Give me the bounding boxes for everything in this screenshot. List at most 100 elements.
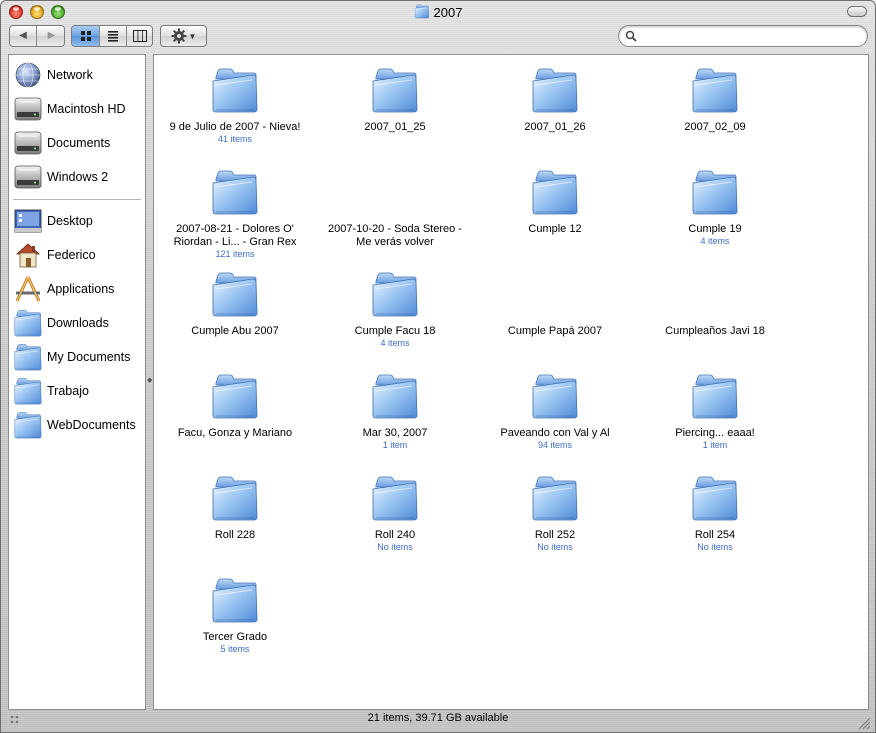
folder-item[interactable]: 2007_02_09 bbox=[635, 67, 795, 134]
back-button[interactable]: ◀ bbox=[10, 26, 37, 46]
sidebar-item-downloads[interactable]: Downloads bbox=[9, 306, 145, 340]
folder-icon bbox=[372, 476, 418, 521]
folder-name: Piercing... eaaa! bbox=[675, 427, 755, 439]
folder-icon bbox=[212, 68, 258, 113]
folder-icon bbox=[532, 68, 578, 113]
folder-name: Paveando con Val y Al bbox=[500, 427, 610, 439]
folder-icon bbox=[212, 374, 258, 419]
sidebar-item-label: Downloads bbox=[47, 316, 109, 330]
folder-icon bbox=[532, 476, 578, 521]
folder-item-count: 4 items bbox=[380, 338, 410, 348]
folder-item-count: 41 items bbox=[217, 134, 252, 144]
folder-item[interactable]: Roll 228 bbox=[155, 475, 315, 542]
search-icon bbox=[625, 30, 637, 42]
folder-name: Cumple 19 bbox=[688, 223, 742, 235]
forward-button[interactable]: ▶ bbox=[38, 26, 65, 46]
folder-item[interactable]: Mar 30, 2007 1 item bbox=[315, 373, 475, 451]
sidebar-item-webdocuments[interactable]: WebDocuments bbox=[9, 408, 145, 442]
sidebar-item-desktop[interactable]: Desktop bbox=[9, 204, 145, 238]
folder-name: Cumple 12 bbox=[528, 223, 582, 235]
folder-item-count: No items bbox=[697, 542, 733, 552]
forward-arrow-icon: ▶ bbox=[47, 30, 56, 41]
folder-contents: 9 de Julio de 2007 - Nieva! 41 items 200… bbox=[153, 54, 869, 710]
sidebar-item-label: My Documents bbox=[47, 350, 131, 364]
sidebar-item-documents-drive[interactable]: Documents bbox=[9, 126, 145, 160]
sidebar-item-label: Trabajo bbox=[47, 384, 89, 398]
folder-icon bbox=[372, 272, 418, 317]
folder-icon bbox=[11, 375, 45, 407]
folder-item[interactable]: 2007_01_26 bbox=[475, 67, 635, 134]
folder-item-count: 1 item bbox=[702, 440, 728, 450]
folder-name: 9 de Julio de 2007 - Nieva! bbox=[169, 121, 301, 133]
sidebar-item-network[interactable]: Network bbox=[9, 58, 145, 92]
sidebar-item-label: Applications bbox=[47, 282, 115, 296]
folder-icon bbox=[692, 170, 738, 215]
folder-item[interactable]: Cumple Abu 2007 bbox=[155, 271, 315, 338]
sidebar-item-macintosh-hd[interactable]: Macintosh HD bbox=[9, 92, 145, 126]
finder-window: 2007 ◀ ▶ ▼ Network Macintosh HD Document… bbox=[0, 0, 876, 733]
sidebar-item-trabajo[interactable]: Trabajo bbox=[9, 374, 145, 408]
folder-item[interactable]: Cumpleaños Javi 18 bbox=[635, 271, 795, 338]
folder-item[interactable]: 2007-08-21 - Dolores O' Riordan - Li... … bbox=[155, 169, 315, 260]
folder-item[interactable]: Paveando con Val y Al 94 items bbox=[475, 373, 635, 451]
status-bar-text: 21 items, 39.71 GB available bbox=[367, 712, 509, 724]
folder-icon bbox=[372, 68, 418, 113]
search-field[interactable] bbox=[618, 25, 868, 47]
search-input[interactable] bbox=[641, 28, 861, 44]
sidebar-item-label: Network bbox=[47, 68, 93, 82]
column-view-button[interactable] bbox=[126, 26, 153, 46]
sidebar-item-my-documents[interactable]: My Documents bbox=[9, 340, 145, 374]
hard-drive-icon bbox=[11, 161, 45, 193]
folder-item[interactable]: Roll 240 No items bbox=[315, 475, 475, 553]
folder-icon bbox=[372, 374, 418, 419]
sidebar-item-label: WebDocuments bbox=[47, 418, 136, 432]
window-title: 2007 bbox=[1, 4, 875, 20]
applications-icon bbox=[11, 273, 45, 305]
folder-item[interactable]: Cumple Facu 18 4 items bbox=[315, 271, 475, 349]
folder-item-count: 5 items bbox=[220, 644, 250, 654]
toolbar-toggle-button[interactable] bbox=[847, 6, 867, 17]
folder-name: 2007_01_25 bbox=[364, 121, 426, 133]
folder-name: 2007-10-20 - Soda Stereo - Me verás volv… bbox=[328, 223, 462, 248]
folder-item[interactable]: Facu, Gonza y Mariano bbox=[155, 373, 315, 440]
folder-name: 2007-08-21 - Dolores O' Riordan - Li... … bbox=[173, 223, 297, 248]
folder-item[interactable]: Tercer Grado 5 items bbox=[155, 577, 315, 655]
home-icon bbox=[11, 239, 45, 271]
action-menu-button[interactable]: ▼ bbox=[160, 25, 207, 47]
title-bar[interactable]: 2007 bbox=[1, 1, 875, 23]
sidebar-item-federico[interactable]: Federico bbox=[9, 238, 145, 272]
folder-name: Cumple Facu 18 bbox=[354, 325, 436, 337]
sidebar-item-applications[interactable]: Applications bbox=[9, 272, 145, 306]
folder-name: Facu, Gonza y Mariano bbox=[177, 427, 293, 439]
folder-item-count: 4 items bbox=[700, 236, 730, 246]
folder-item[interactable]: 2007-10-20 - Soda Stereo - Me verás volv… bbox=[315, 169, 475, 249]
folder-icon bbox=[212, 272, 258, 317]
sidebar-item-windows-2[interactable]: Windows 2 bbox=[9, 160, 145, 194]
folder-item[interactable]: 2007_01_25 bbox=[315, 67, 475, 134]
list-view-icon bbox=[108, 31, 118, 42]
resize-handle-icon[interactable] bbox=[855, 714, 871, 732]
folder-icon bbox=[11, 341, 45, 373]
folder-item[interactable]: 9 de Julio de 2007 - Nieva! 41 items bbox=[155, 67, 315, 145]
folder-item[interactable]: Cumple Papá 2007 bbox=[475, 271, 635, 338]
column-view-icon bbox=[133, 30, 147, 42]
list-view-button[interactable] bbox=[99, 26, 126, 46]
folder-item[interactable]: Cumple 19 4 items bbox=[635, 169, 795, 247]
folder-icon-placeholder bbox=[370, 169, 420, 217]
folder-item[interactable]: Roll 252 No items bbox=[475, 475, 635, 553]
folder-item[interactable]: Piercing... eaaa! 1 item bbox=[635, 373, 795, 451]
folder-icon bbox=[532, 170, 578, 215]
sidebar-item-label: Desktop bbox=[47, 214, 93, 228]
folder-item[interactable]: Cumple 12 bbox=[475, 169, 635, 236]
folder-icon bbox=[414, 4, 429, 19]
sidebar-splitter-handle[interactable]: ◆ bbox=[147, 376, 152, 384]
folder-name: Roll 240 bbox=[374, 529, 416, 541]
folder-name: Mar 30, 2007 bbox=[362, 427, 428, 439]
folder-icon bbox=[212, 476, 258, 521]
folder-name: Cumpleaños Javi 18 bbox=[665, 325, 765, 337]
chevron-down-icon: ▼ bbox=[188, 31, 197, 41]
folder-item[interactable]: Roll 254 No items bbox=[635, 475, 795, 553]
icon-view-button[interactable] bbox=[72, 26, 99, 46]
folder-icon bbox=[532, 374, 578, 419]
sidebar-item-label: Macintosh HD bbox=[47, 102, 126, 116]
